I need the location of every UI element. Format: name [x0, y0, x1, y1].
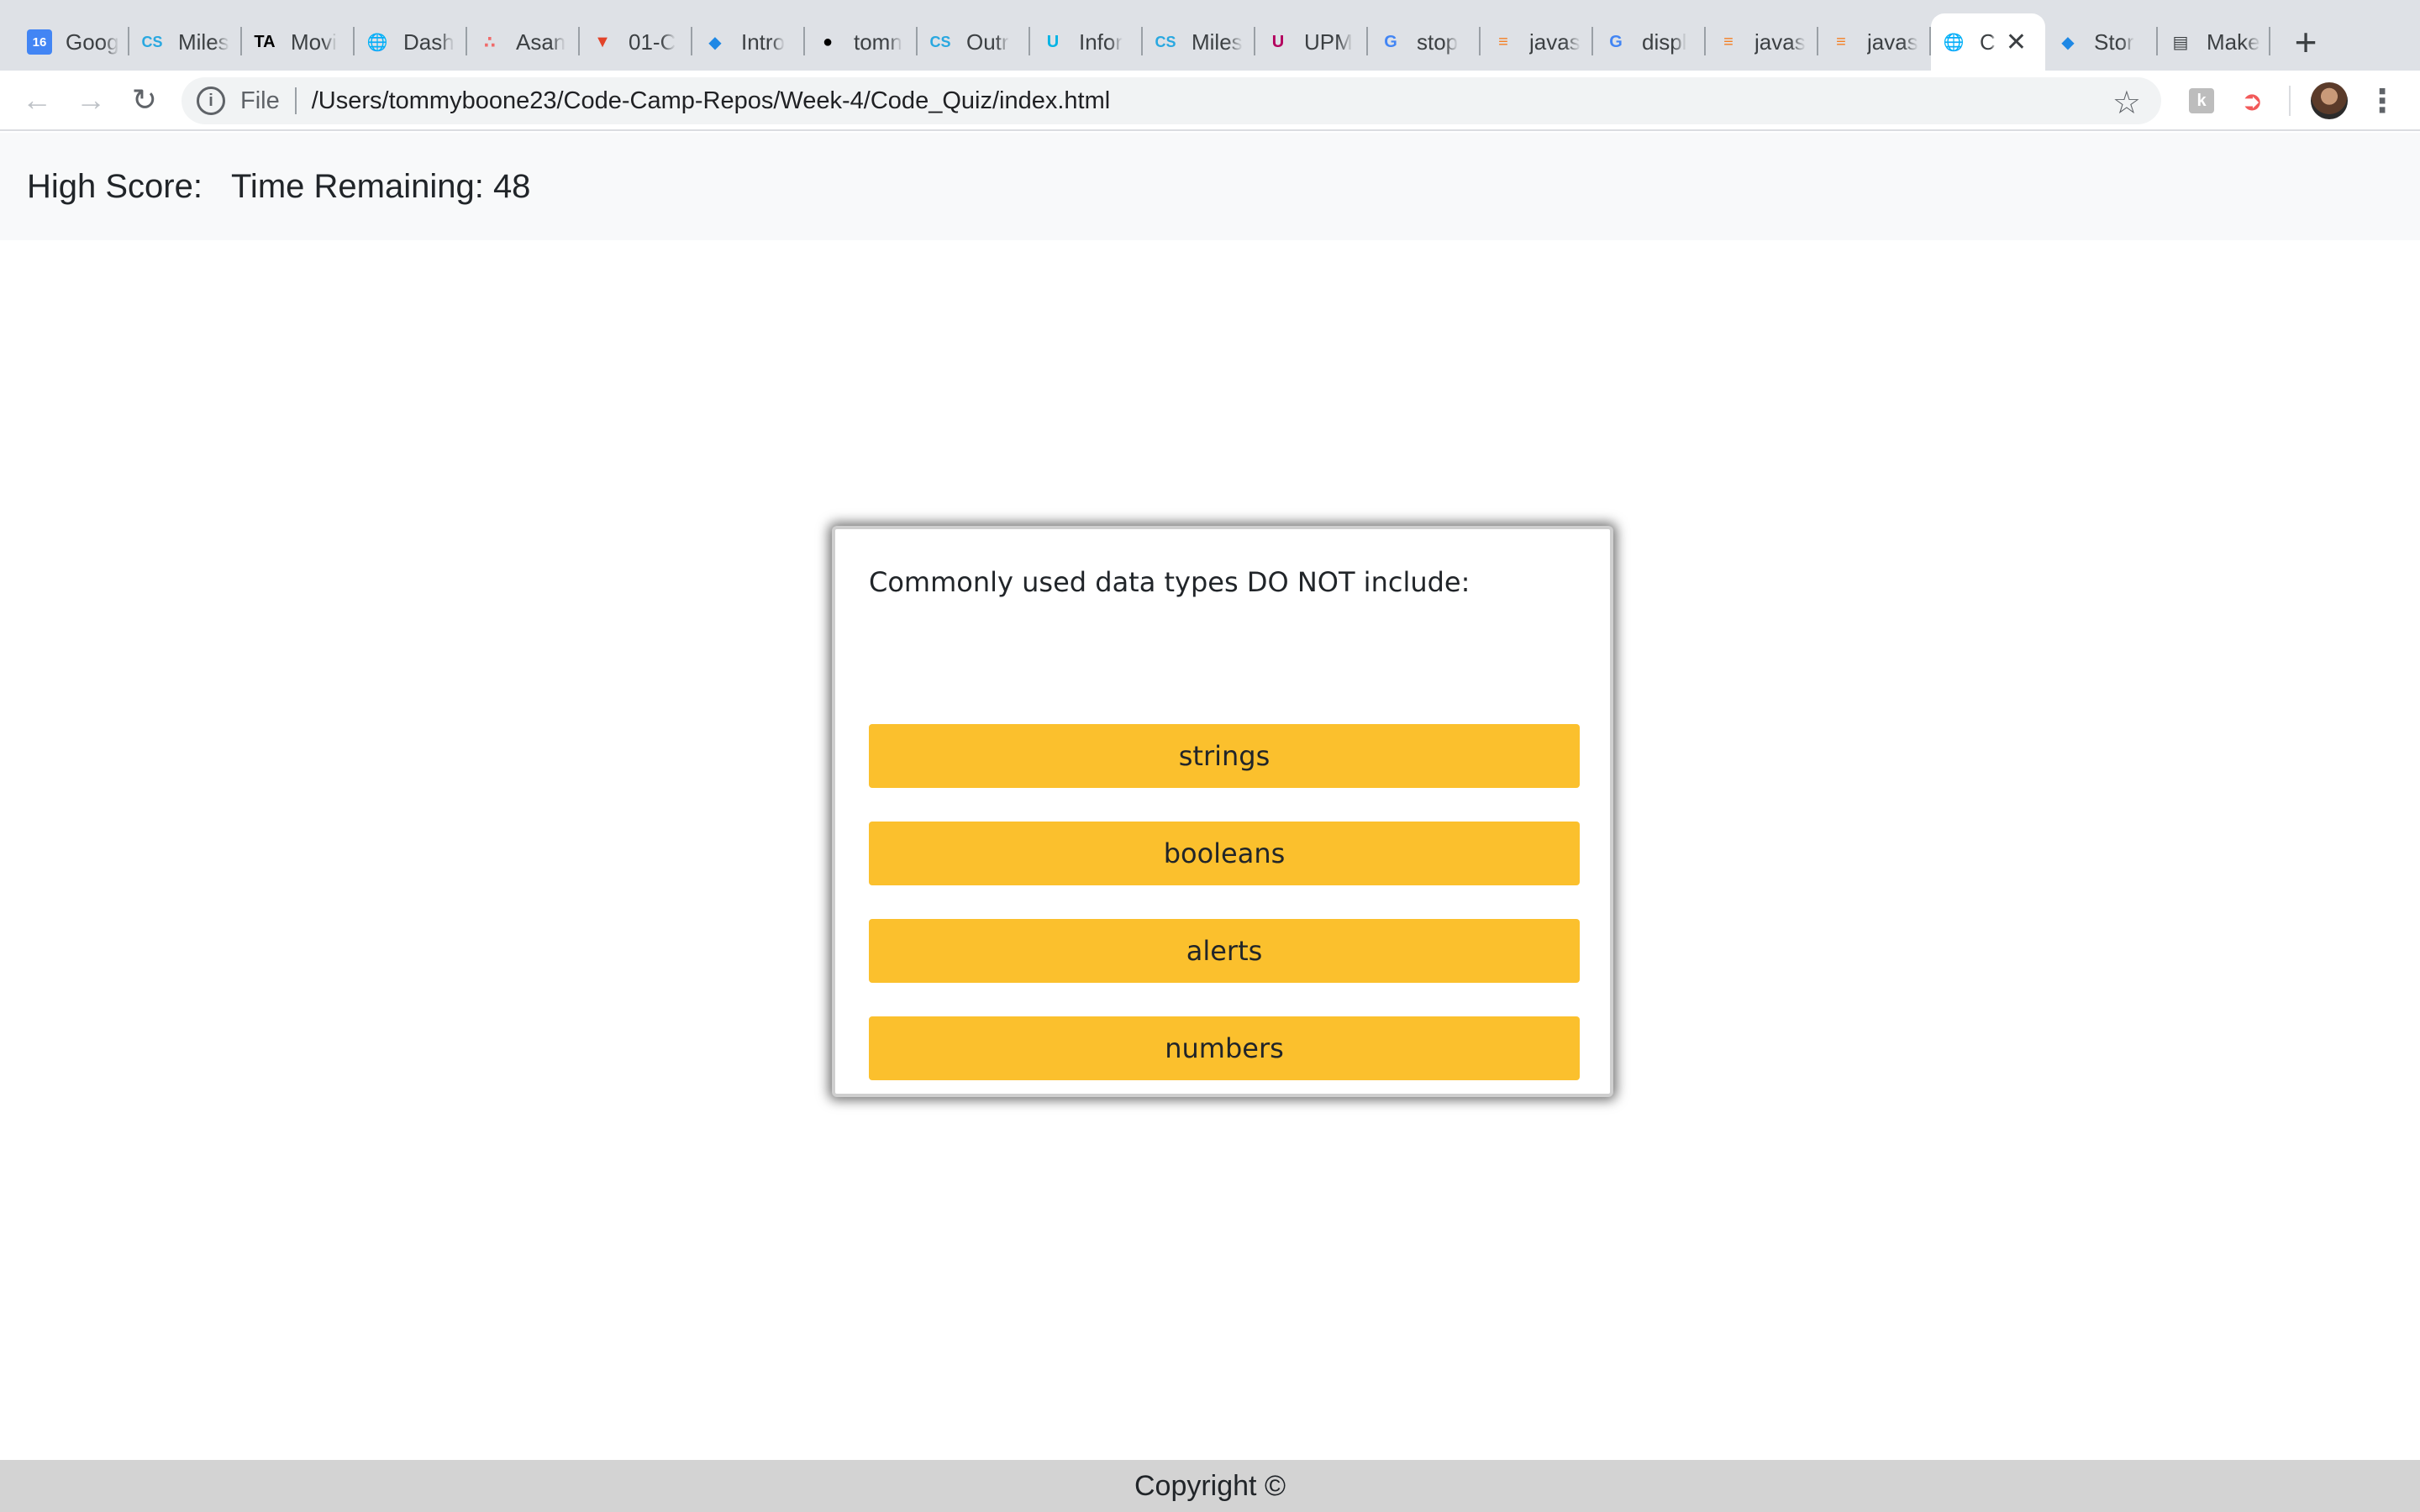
new-tab-button[interactable]: +: [2279, 15, 2333, 69]
github-icon: ●: [822, 32, 834, 51]
answer-button[interactable]: strings: [869, 724, 1580, 788]
browser-tab[interactable]: ▤ Make: [2158, 15, 2270, 69]
tab-title: Intro: [741, 29, 786, 55]
toolbar-divider: [2289, 86, 2291, 116]
tab-title: C: [1980, 29, 1996, 55]
cs-icon: CS: [929, 33, 951, 50]
copyright-text: Copyright ©: [1134, 1469, 1286, 1502]
answer-button[interactable]: numbers: [869, 1016, 1580, 1080]
tab-title: Dash: [403, 29, 455, 55]
bookmark-star-icon[interactable]: ☆: [2112, 84, 2141, 122]
cs-icon: CS: [141, 33, 163, 50]
google-icon: G: [1609, 32, 1623, 51]
stackoverflow-icon: ≡: [1836, 32, 1846, 51]
tab-title: javas: [1754, 29, 1806, 55]
document-icon: ▤: [2172, 33, 2189, 52]
omnibox-divider: [294, 87, 297, 114]
browser-tab[interactable]: Gdispl: [1593, 15, 1706, 69]
page-header: High Score: Time Remaining: 48: [0, 133, 2420, 240]
browser-tab[interactable]: Gstop: [1368, 15, 1481, 69]
browser-tab[interactable]: ≡ javas: [1481, 15, 1593, 69]
reload-button[interactable]: ↻: [118, 73, 171, 127]
upmc-icon: U: [1271, 32, 1285, 51]
browser-toolbar: ← → ↻ i File /Users/tommyboone23/Code-Ca…: [0, 71, 2420, 131]
globe-icon: 🌐: [366, 33, 388, 52]
cs-icon: CS: [1155, 33, 1176, 50]
high-score-label[interactable]: High Score:: [27, 168, 203, 206]
tab-strip: 16 Goog CS Miles TA Movi 🌐 Dash ∴ Asan ▼ 01-C ◆ Intro…: [0, 0, 2420, 71]
tab-title: stop: [1417, 29, 1459, 55]
browser-tab[interactable]: 🌐 C ✕: [1931, 13, 2045, 71]
browser-tab[interactable]: ≡ javas: [1818, 15, 1931, 69]
profile-avatar[interactable]: [2311, 82, 2348, 119]
tab-title: Movi: [291, 29, 337, 55]
tab-title: Miles: [1192, 29, 1243, 55]
browser-tab[interactable]: ◆ Intro: [692, 15, 805, 69]
tab-title: Asan: [516, 29, 566, 55]
tab-title: javas: [1867, 29, 1918, 55]
address-bar[interactable]: i File /Users/tommyboone23/Code-Camp-Rep…: [182, 77, 2161, 124]
scheme-label: File: [240, 87, 280, 114]
quiz-card: Commonly used data types DO NOT include:…: [832, 526, 1613, 1097]
stackoverflow-icon: ≡: [1498, 32, 1508, 51]
close-tab-icon[interactable]: ✕: [2006, 28, 2027, 57]
browser-tab[interactable]: ∴ Asan: [467, 15, 580, 69]
page-footer: Copyright ©: [0, 1460, 2420, 1512]
info-icon[interactable]: i: [197, 87, 225, 115]
tab-title: UPM: [1304, 29, 1353, 55]
url-text[interactable]: /Users/tommyboone23/Code-Camp-Repos/Week…: [312, 87, 1110, 115]
udacity-icon: U: [1046, 32, 1060, 51]
answer-list: strings booleans alerts numbers: [869, 724, 1580, 1080]
browser-tab[interactable]: U Infor: [1030, 15, 1143, 69]
browser-tab[interactable]: 16 Goog: [17, 15, 129, 69]
asana-icon: ∴: [484, 33, 496, 52]
menu-kebab-icon[interactable]: ⋮: [2366, 81, 2398, 121]
extension-arrow-icon[interactable]: ➲: [2235, 84, 2269, 118]
time-remaining-label: Time Remaining: 48: [230, 167, 531, 205]
back-button[interactable]: ←: [10, 73, 64, 127]
gitlab-icon: ▼: [594, 32, 611, 51]
tab-title: 01-C: [629, 29, 676, 55]
panther-icon: ◆: [2061, 33, 2075, 52]
tab-title: Infor: [1079, 29, 1123, 55]
browser-tab[interactable]: ≡ javas: [1706, 15, 1818, 69]
tab-title: javas: [1529, 29, 1581, 55]
browser-tab[interactable]: TA Movi: [242, 15, 355, 69]
answer-button[interactable]: booleans: [869, 822, 1580, 885]
question-text: Commonly used data types DO NOT include:: [869, 566, 1470, 598]
browser-tab[interactable]: U UPM: [1255, 15, 1368, 69]
tab-title: Miles: [178, 29, 229, 55]
google-icon: G: [1384, 32, 1397, 51]
globe-icon: 🌐: [1943, 33, 1965, 52]
tab-title: Stor: [2094, 29, 2134, 55]
browser-tab[interactable]: ● tomn: [805, 15, 918, 69]
tab-title: Make: [2207, 29, 2260, 55]
tab-title: Goog: [66, 29, 119, 55]
google-calendar-icon: 16: [27, 29, 52, 55]
tab-title: Outr: [966, 29, 1009, 55]
forward-button[interactable]: →: [64, 73, 118, 127]
browser-tab[interactable]: CS Outr: [918, 15, 1030, 69]
stackoverflow-icon: ≡: [1723, 32, 1733, 51]
browser-tab[interactable]: ◆ Stor: [2045, 15, 2158, 69]
browser-tab[interactable]: CS Miles: [1143, 15, 1255, 69]
answer-button[interactable]: alerts: [869, 919, 1580, 983]
ta-icon: TA: [254, 32, 276, 51]
browser-tab[interactable]: ▼ 01-C: [580, 15, 692, 69]
tab-title: displ: [1642, 29, 1687, 55]
browser-tab[interactable]: 🌐 Dash: [355, 15, 467, 69]
browser-tab[interactable]: CS Miles: [129, 15, 242, 69]
extension-icon[interactable]: k: [2185, 84, 2218, 118]
tab-title: tomn: [854, 29, 902, 55]
panther-icon: ◆: [708, 33, 722, 52]
